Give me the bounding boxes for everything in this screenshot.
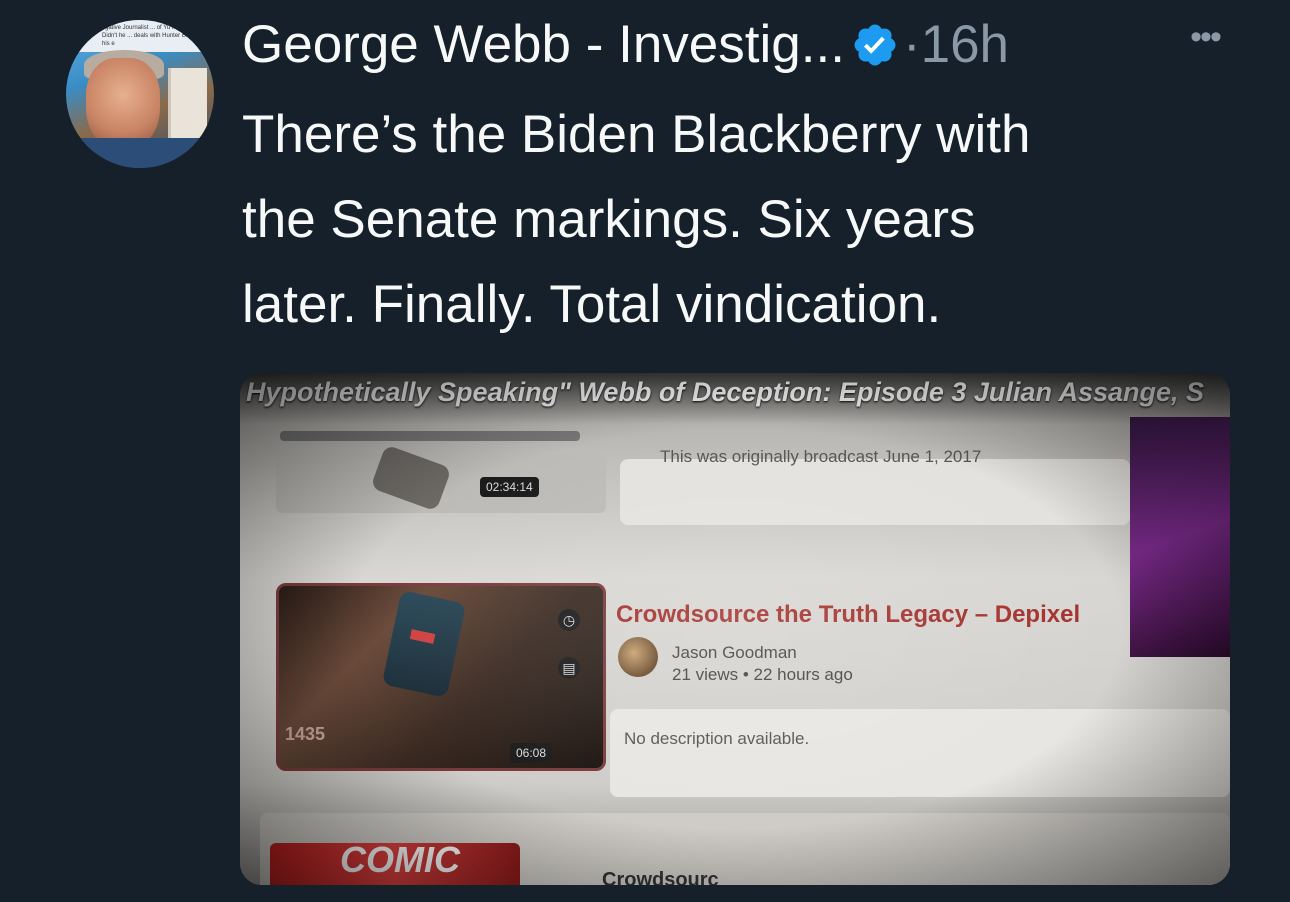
- thumbnail-badge: 1435: [285, 724, 326, 744]
- tweet-media-image[interactable]: Hypothetically Speaking" Webb of Decepti…: [240, 373, 1230, 885]
- tweet-text-line: There’s the Biden Blackberry with: [242, 105, 1031, 164]
- browser-url-bar: [280, 431, 580, 441]
- video-timestamp: 06:08: [510, 743, 553, 763]
- verified-badge-icon[interactable]: [851, 21, 899, 69]
- video-timestamp: 02:34:14: [480, 477, 539, 497]
- video-meta: 21 views • 22 hours ago: [672, 665, 853, 684]
- channel-name: Jason Goodman: [672, 643, 797, 662]
- video-title: Crowdsource the Truth Legacy – Depixel: [616, 601, 1081, 628]
- video-card-previous: [276, 444, 606, 513]
- broadcast-note: This was originally broadcast June 1, 20…: [660, 447, 982, 466]
- header-separator: ·: [902, 15, 921, 74]
- video-title-overlay: Hypothetically Speaking" Webb of Decepti…: [246, 377, 1204, 407]
- tweet-header: George Webb - Investig... · 16h: [242, 10, 1009, 80]
- phone-image: [381, 590, 467, 698]
- thumbnail-text: COMIC: [340, 839, 460, 880]
- tweet-text-line: the Senate markings. Six years: [242, 190, 976, 249]
- clock-icon: ◷: [558, 609, 580, 631]
- tweet-timestamp[interactable]: 16h: [921, 10, 1009, 80]
- video-card-next: COMIC: [260, 813, 1230, 885]
- video-description-box: [620, 459, 1130, 525]
- avatar-building: [168, 68, 207, 138]
- author-name[interactable]: George Webb - Investig...: [242, 10, 845, 80]
- queue-icon: ▤: [558, 657, 580, 679]
- video-title-partial: Crowdsourc: [602, 869, 719, 885]
- avatar-shirt: [66, 138, 214, 168]
- video-description-box: [610, 709, 1230, 797]
- phone-sticker: [409, 629, 436, 644]
- avatar-face: [86, 58, 160, 150]
- purple-background-image: [1130, 417, 1230, 657]
- author-avatar[interactable]: tigative Journalist ... of Yu to Trump? …: [66, 20, 214, 168]
- more-horizontal-icon[interactable]: •••: [1182, 20, 1228, 54]
- video-description: No description available.: [624, 729, 810, 748]
- channel-avatar: [618, 637, 658, 677]
- tweet-body: There’s the Biden Blackberry with the Se…: [242, 92, 1232, 347]
- video-thumbnail-blackberry: 1435: [276, 583, 606, 771]
- avatar-banner-text: tigative Journalist ... of Yu to Trump? …: [66, 20, 214, 52]
- tweet-text-line: later. Finally. Total vindication.: [242, 275, 942, 334]
- video-thumbnail: [370, 444, 452, 512]
